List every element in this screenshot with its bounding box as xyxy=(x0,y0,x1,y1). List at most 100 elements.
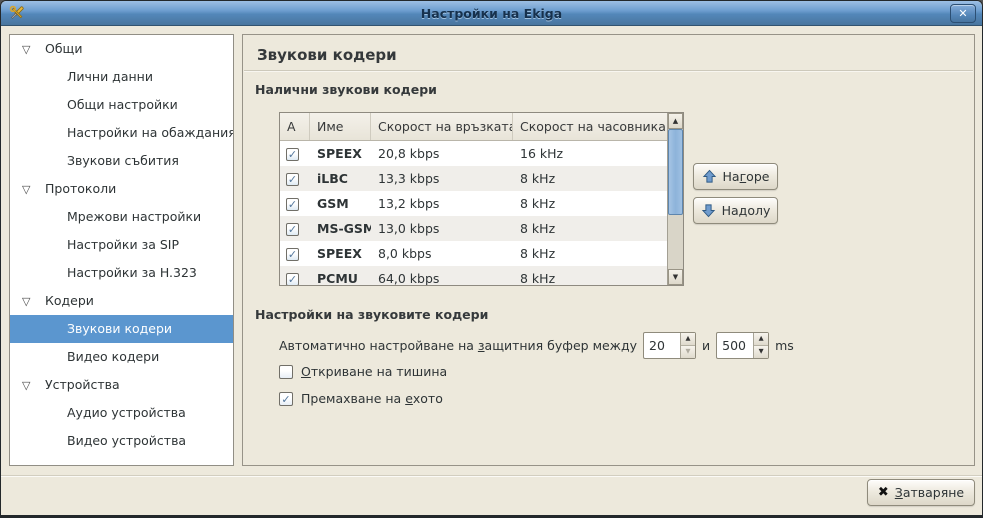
sidebar-item-label: Настройки за SIP xyxy=(67,237,179,252)
sidebar-item-label: Видео кодери xyxy=(67,349,159,364)
silence-detection-label: Откриване на тишина xyxy=(301,364,447,379)
move-down-label: Надолу xyxy=(722,203,771,218)
sidebar-item[interactable]: ▽Кодери xyxy=(10,287,233,315)
codec-row[interactable]: ✓PCMU64,0 kbps8 kHz xyxy=(280,266,669,286)
codec-name-cell: PCMU xyxy=(310,266,371,286)
codec-settings-section-title: Настройки на звуковите кодери xyxy=(255,307,488,322)
silence-detection-checkbox[interactable] xyxy=(279,365,293,379)
scrollbar-thumb[interactable] xyxy=(668,129,683,215)
codec-bitrate-cell: 13,3 kbps xyxy=(371,166,513,191)
sidebar-item[interactable]: Настройки за SIP xyxy=(10,231,233,259)
jitter-max-spinbox[interactable]: ▲ ▼ xyxy=(716,332,769,359)
echo-cancellation-label: Премахване на ехото xyxy=(301,391,443,406)
codec-bitrate-cell: 13,2 kbps xyxy=(371,191,513,216)
sidebar-item-label: Устройства xyxy=(45,377,120,392)
sidebar-item-label: Настройки на обажданията xyxy=(67,125,234,140)
codec-row[interactable]: ✓SPEEX8,0 kbps8 kHz xyxy=(280,241,669,266)
sidebar-item[interactable]: Настройки за H.323 xyxy=(10,259,233,287)
codec-clock-cell: 8 kHz xyxy=(513,216,669,241)
sidebar-item[interactable]: Видео устройства xyxy=(10,427,233,455)
codec-row[interactable]: ✓GSM13,2 kbps8 kHz xyxy=(280,191,669,216)
column-header[interactable]: А xyxy=(280,113,310,140)
codec-row[interactable]: ✓iLBC13,3 kbps8 kHz xyxy=(280,166,669,191)
codec-enabled-checkbox[interactable]: ✓ xyxy=(286,223,299,236)
jitter-max-down-icon[interactable]: ▼ xyxy=(754,345,768,358)
sidebar-item[interactable]: Звукови кодери xyxy=(10,315,233,343)
codec-enabled-checkbox[interactable]: ✓ xyxy=(286,198,299,211)
sidebar-item[interactable]: ▽Протоколи xyxy=(10,175,233,203)
move-down-button[interactable]: Надолу xyxy=(693,197,778,224)
sidebar-item-label: Общи xyxy=(45,41,82,56)
codec-enabled-checkbox[interactable]: ✓ xyxy=(286,273,299,286)
sidebar-item-label: Настройки за H.323 xyxy=(67,265,197,280)
sidebar-item[interactable]: Мрежови настройки xyxy=(10,203,233,231)
codec-name-cell: GSM xyxy=(310,191,371,216)
close-x-icon: ✖ xyxy=(878,485,889,500)
move-up-label: Нагоре xyxy=(723,169,770,184)
sidebar-item[interactable]: ▽ Устройства xyxy=(10,371,233,399)
sidebar-item-label: Лични данни xyxy=(67,69,153,84)
available-codecs-section-title: Налични звукови кодери xyxy=(255,82,437,97)
codec-name-cell: SPEEX xyxy=(310,141,371,166)
jitter-buffer-row: Автоматично настройване на защитния буфе… xyxy=(279,332,794,359)
silence-detection-option[interactable]: Откриване на тишина xyxy=(279,364,447,379)
sidebar-item[interactable]: Настройки на обажданията xyxy=(10,119,233,147)
echo-cancellation-checkbox[interactable]: ✓ xyxy=(279,392,293,406)
sidebar-item[interactable]: ▽ Общи xyxy=(10,35,233,63)
sidebar-item[interactable]: Аудио устройства xyxy=(10,399,233,427)
jitter-unit-label: ms xyxy=(775,338,794,353)
arrow-down-icon xyxy=(701,203,716,218)
expander-icon[interactable]: ▽ xyxy=(22,372,36,400)
sidebar-item-label: Видео устройства xyxy=(67,433,186,448)
titlebar[interactable]: Настройки на Ekiga ✕ xyxy=(1,1,982,26)
codec-row[interactable]: ✓MS-GSM13,0 kbps8 kHz xyxy=(280,216,669,241)
window-title: Настройки на Ekiga xyxy=(1,6,982,21)
close-button[interactable]: ✖ Затваряне xyxy=(867,479,975,506)
sidebar-item-label: Звукови кодери xyxy=(67,321,172,336)
scroll-down-icon[interactable]: ▼ xyxy=(668,269,683,285)
codec-clock-cell: 8 kHz xyxy=(513,266,669,286)
codec-clock-cell: 8 kHz xyxy=(513,166,669,191)
title-separator xyxy=(244,70,973,72)
jitter-max-up-icon[interactable]: ▲ xyxy=(754,333,768,345)
codec-name-cell: MS-GSM xyxy=(310,216,371,241)
sidebar-item-label: Мрежови настройки xyxy=(67,209,201,224)
sidebar-item[interactable]: Лични данни xyxy=(10,63,233,91)
echo-cancellation-option[interactable]: ✓ Премахване на ехото xyxy=(279,391,443,406)
jitter-min-spinbox[interactable]: ▲ ▼ xyxy=(643,332,696,359)
column-header[interactable]: Име xyxy=(310,113,371,140)
codec-enabled-checkbox[interactable]: ✓ xyxy=(286,173,299,186)
codec-enabled-checkbox[interactable]: ✓ xyxy=(286,148,299,161)
expander-icon[interactable]: ▽ xyxy=(22,36,36,64)
preferences-window: Настройки на Ekiga ✕ ▽ Общи Лични данни Общ… xyxy=(0,0,983,518)
jitter-conjunction: и xyxy=(702,338,710,353)
arrow-up-icon xyxy=(702,169,717,184)
scroll-up-icon[interactable]: ▲ xyxy=(668,113,683,129)
codec-table: АИмеСкорост на връзкатаСкорост на часовн… xyxy=(279,112,684,286)
jitter-max-input[interactable] xyxy=(717,333,753,358)
main-panel: Звукови кодери Налични звукови кодери АИ… xyxy=(242,34,975,466)
jitter-min-input[interactable] xyxy=(644,333,680,358)
sidebar-item-label: Общи настройки xyxy=(67,97,178,112)
sidebar-item[interactable]: Звукови събития xyxy=(10,147,233,175)
jitter-buffer-label: Автоматично настройване на защитния буфе… xyxy=(279,338,637,353)
move-up-button[interactable]: Нагоре xyxy=(693,163,778,190)
expander-icon[interactable]: ▽ xyxy=(22,176,36,204)
window-close-button[interactable]: ✕ xyxy=(950,4,976,23)
codec-row[interactable]: ✓SPEEX20,8 kbps16 kHz xyxy=(280,141,669,166)
page-title: Звукови кодери xyxy=(257,46,397,64)
sidebar-item[interactable]: Видео кодери xyxy=(10,343,233,371)
sidebar-item[interactable]: Общи настройки xyxy=(10,91,233,119)
codec-bitrate-cell: 8,0 kbps xyxy=(371,241,513,266)
codec-table-body: ✓SPEEX20,8 kbps16 kHz✓iLBC13,3 kbps8 kHz… xyxy=(280,141,669,286)
table-scrollbar[interactable]: ▲ ▼ xyxy=(667,113,683,285)
jitter-min-up-icon[interactable]: ▲ xyxy=(681,333,695,345)
sidebar-item-label: Аудио устройства xyxy=(67,405,186,420)
column-header[interactable]: Скорост на часовника xyxy=(513,113,669,140)
jitter-min-down-icon[interactable]: ▼ xyxy=(681,345,695,358)
footer-separator xyxy=(1,475,982,477)
codec-table-header[interactable]: АИмеСкорост на връзкатаСкорост на часовн… xyxy=(280,113,669,141)
codec-enabled-checkbox[interactable]: ✓ xyxy=(286,248,299,261)
expander-icon[interactable]: ▽ xyxy=(22,288,36,316)
column-header[interactable]: Скорост на връзката xyxy=(371,113,513,140)
